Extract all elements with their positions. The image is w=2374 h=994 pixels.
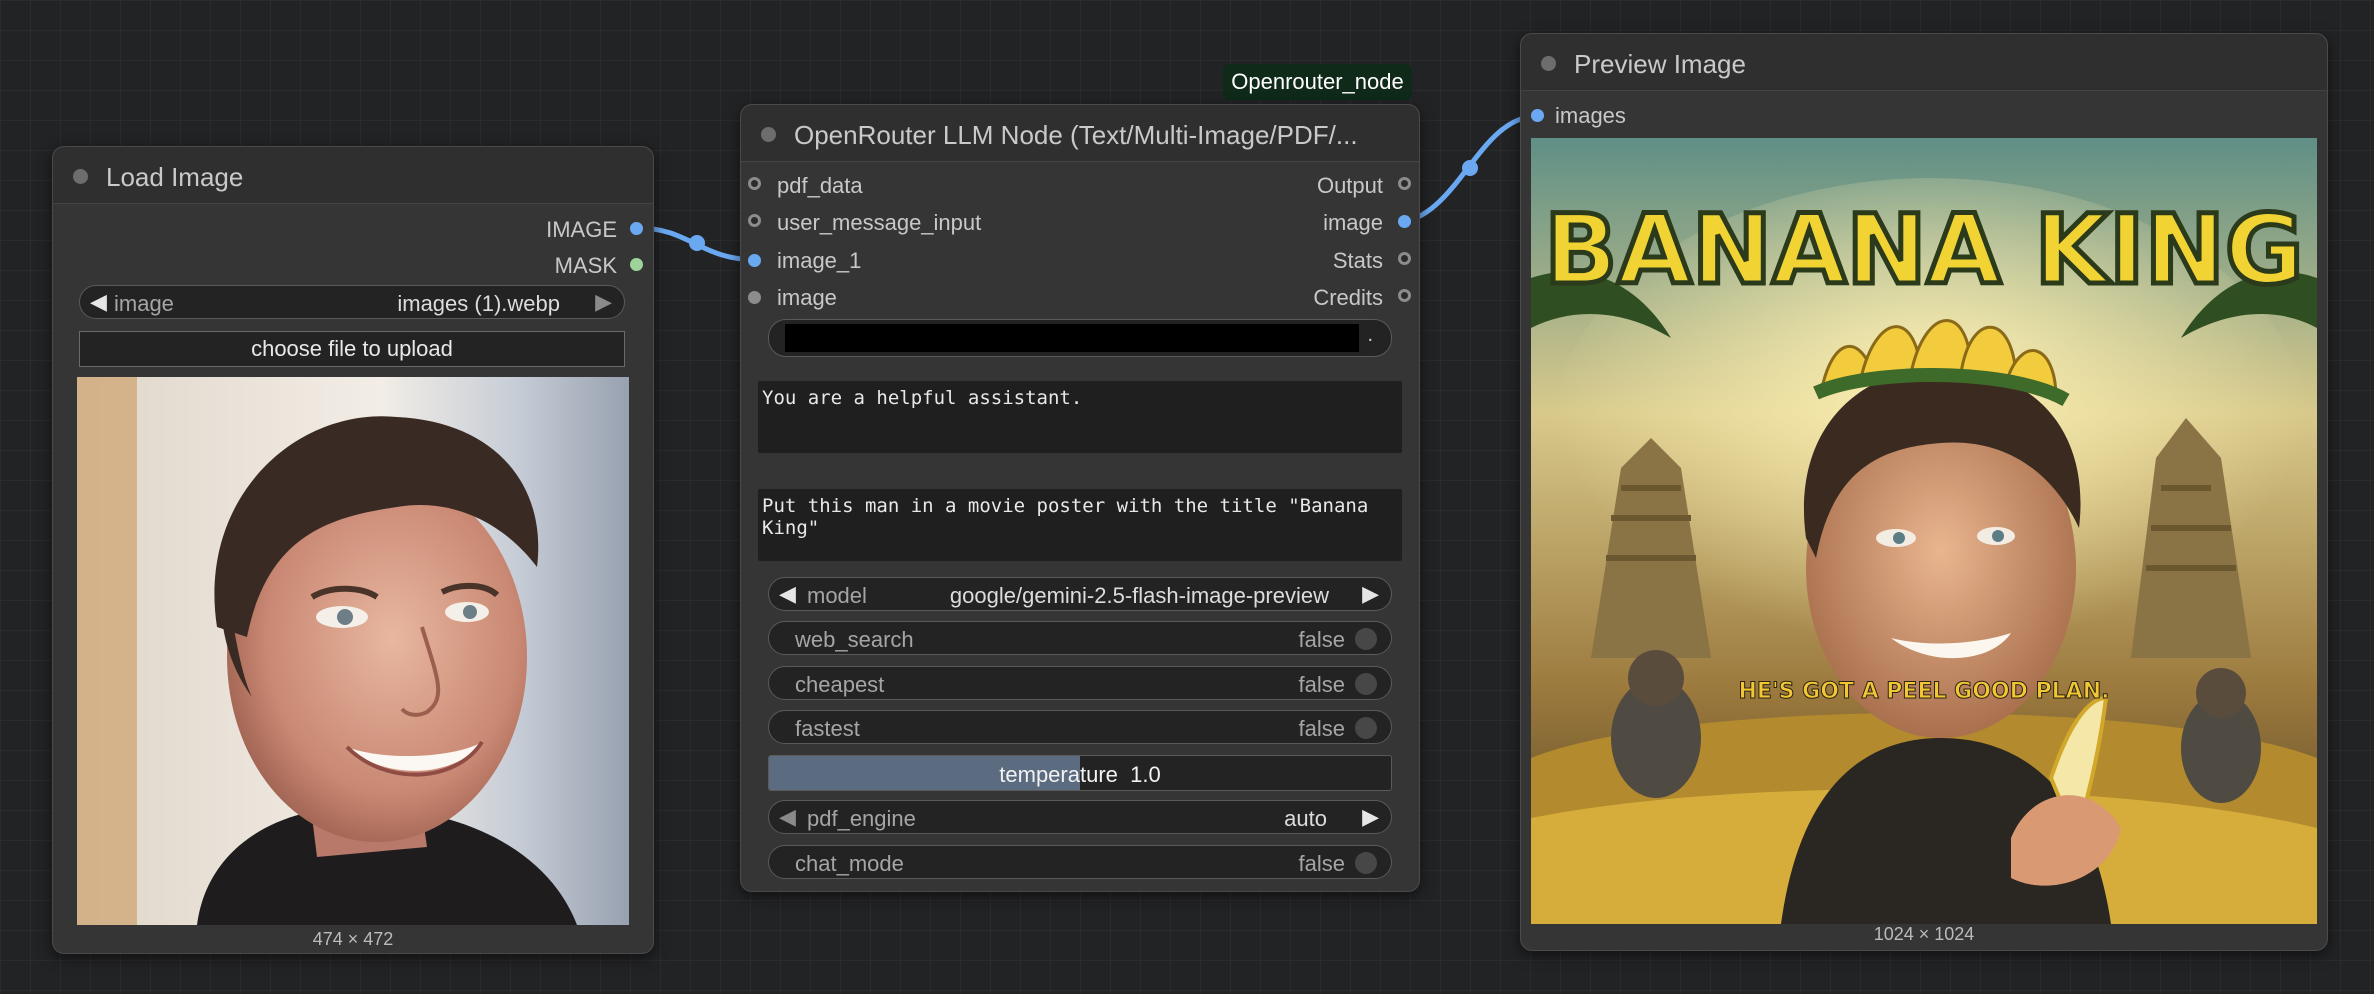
input-label: images [1555, 103, 1626, 128]
arrow-right-icon[interactable]: ▶ [1362, 581, 1379, 607]
node-header[interactable]: Preview Image [1521, 34, 2327, 91]
arrow-left-icon[interactable]: ◀ [779, 581, 796, 607]
widget-value: images (1).webp [397, 291, 560, 316]
toggle-knob[interactable] [1355, 852, 1377, 874]
output-slot-mask[interactable] [630, 258, 643, 271]
output-label: image [1323, 210, 1383, 235]
image-combo[interactable]: ◀ image images (1).webp ▶ [79, 285, 625, 319]
output-slot-image[interactable] [630, 222, 643, 235]
node-title: Load Image [106, 162, 244, 192]
image-size-caption: 474 × 472 [312, 929, 394, 949]
node-badge: Openrouter_node [1223, 64, 1412, 100]
slider-text: temperature 1.0 [769, 762, 1391, 788]
preview-image-node[interactable]: Preview Image images BANANA KING HE'S GO… [1520, 33, 2328, 951]
wire-midpoint [689, 235, 705, 251]
fastest-toggle[interactable]: fastest false [768, 710, 1392, 744]
output-label: Stats [1332, 248, 1383, 273]
arrow-left-icon[interactable]: ◀ [90, 289, 107, 315]
output-label: Credits [1313, 285, 1383, 310]
web-search-toggle[interactable]: web_search false [768, 621, 1392, 655]
toggle-knob[interactable] [1355, 717, 1377, 739]
output-label-mask: MASK [554, 253, 617, 278]
arrow-right-icon[interactable]: ▶ [595, 289, 612, 315]
input-slot-user-message[interactable] [748, 214, 761, 227]
portrait-illustration [77, 377, 629, 925]
input-label: user_message_input [777, 210, 982, 235]
output-slot-credits[interactable] [1398, 289, 1411, 302]
node-title: OpenRouter LLM Node (Text/Multi-Image/PD… [794, 120, 1358, 150]
input-slot-pdf-data[interactable] [748, 177, 761, 190]
output-slot-image[interactable] [1398, 215, 1411, 228]
widget-label: cheapest [795, 672, 885, 697]
image-size-caption: 1024 × 1024 [1873, 924, 1975, 944]
pdf-engine-combo[interactable]: ◀ pdf_engine auto ▶ [768, 800, 1392, 834]
widget-label: chat_mode [795, 851, 904, 876]
system-prompt-textarea[interactable]: You are a helpful assistant. [758, 381, 1402, 453]
chat-mode-toggle[interactable]: chat_mode false [768, 845, 1392, 879]
widget-label: image [114, 291, 174, 316]
toggle-knob[interactable] [1355, 673, 1377, 695]
preview-image: BANANA KING HE'S GOT A PEEL GOOD PLAN. [1531, 138, 2317, 924]
widget-value: false [1298, 716, 1345, 741]
widget-value: auto [1284, 806, 1327, 831]
output-label-image: IMAGE [546, 217, 617, 242]
widget-value: google/gemini-2.5-flash-image-preview [949, 583, 1329, 608]
widget-label: web_search [795, 627, 914, 652]
banana-king-poster: BANANA KING HE'S GOT A PEEL GOOD PLAN. [1531, 138, 2317, 924]
cheapest-toggle[interactable]: cheapest false [768, 666, 1392, 700]
slider-label: temperature [999, 762, 1118, 787]
redacted-value [785, 324, 1359, 352]
node-header[interactable]: Load Image [53, 147, 653, 204]
widget-value: false [1298, 672, 1345, 697]
widget-value: false [1298, 627, 1345, 652]
openrouter-llm-node[interactable]: OpenRouter LLM Node (Text/Multi-Image/PD… [740, 104, 1420, 892]
poster-title: BANANA KING [1544, 194, 2303, 306]
slider-value: 1.0 [1130, 762, 1161, 787]
api-key-field[interactable]: . [768, 319, 1392, 357]
widget-label: model [807, 583, 867, 608]
input-label: image_1 [777, 248, 862, 273]
node-title: Preview Image [1574, 49, 1746, 79]
output-slot-output[interactable] [1398, 177, 1411, 190]
collapse-dot[interactable] [1541, 56, 1556, 71]
loaded-image [77, 377, 629, 925]
toggle-knob[interactable] [1355, 628, 1377, 650]
widget-label: fastest [795, 716, 860, 741]
collapse-dot[interactable] [73, 169, 88, 184]
load-image-node[interactable]: Load Image IMAGE MASK ◀ image images (1)… [52, 146, 654, 954]
arrow-right-icon[interactable]: ▶ [1362, 804, 1379, 830]
input-slot-image[interactable] [748, 291, 761, 304]
output-slot-stats[interactable] [1398, 252, 1411, 265]
user-prompt-textarea[interactable]: Put this man in a movie poster with the … [758, 489, 1402, 561]
wire-midpoint [1462, 160, 1478, 176]
widget-value: false [1298, 851, 1345, 876]
input-slot-image-1[interactable] [748, 254, 761, 267]
temperature-slider[interactable]: temperature 1.0 [768, 755, 1392, 791]
api-key-suffix: . [1367, 324, 1373, 346]
input-slot-images[interactable] [1531, 109, 1544, 122]
widget-label: pdf_engine [807, 806, 916, 831]
arrow-left-icon[interactable]: ◀ [779, 804, 796, 830]
input-label: image [777, 285, 837, 310]
node-header[interactable]: OpenRouter LLM Node (Text/Multi-Image/PD… [741, 105, 1419, 162]
output-label: Output [1316, 173, 1383, 198]
upload-button[interactable]: choose file to upload [79, 331, 625, 367]
poster-tagline: HE'S GOT A PEEL GOOD PLAN. [1739, 679, 2110, 704]
input-label: pdf_data [777, 173, 863, 198]
collapse-dot[interactable] [761, 127, 776, 142]
model-combo[interactable]: ◀ model google/gemini-2.5-flash-image-pr… [768, 577, 1392, 611]
